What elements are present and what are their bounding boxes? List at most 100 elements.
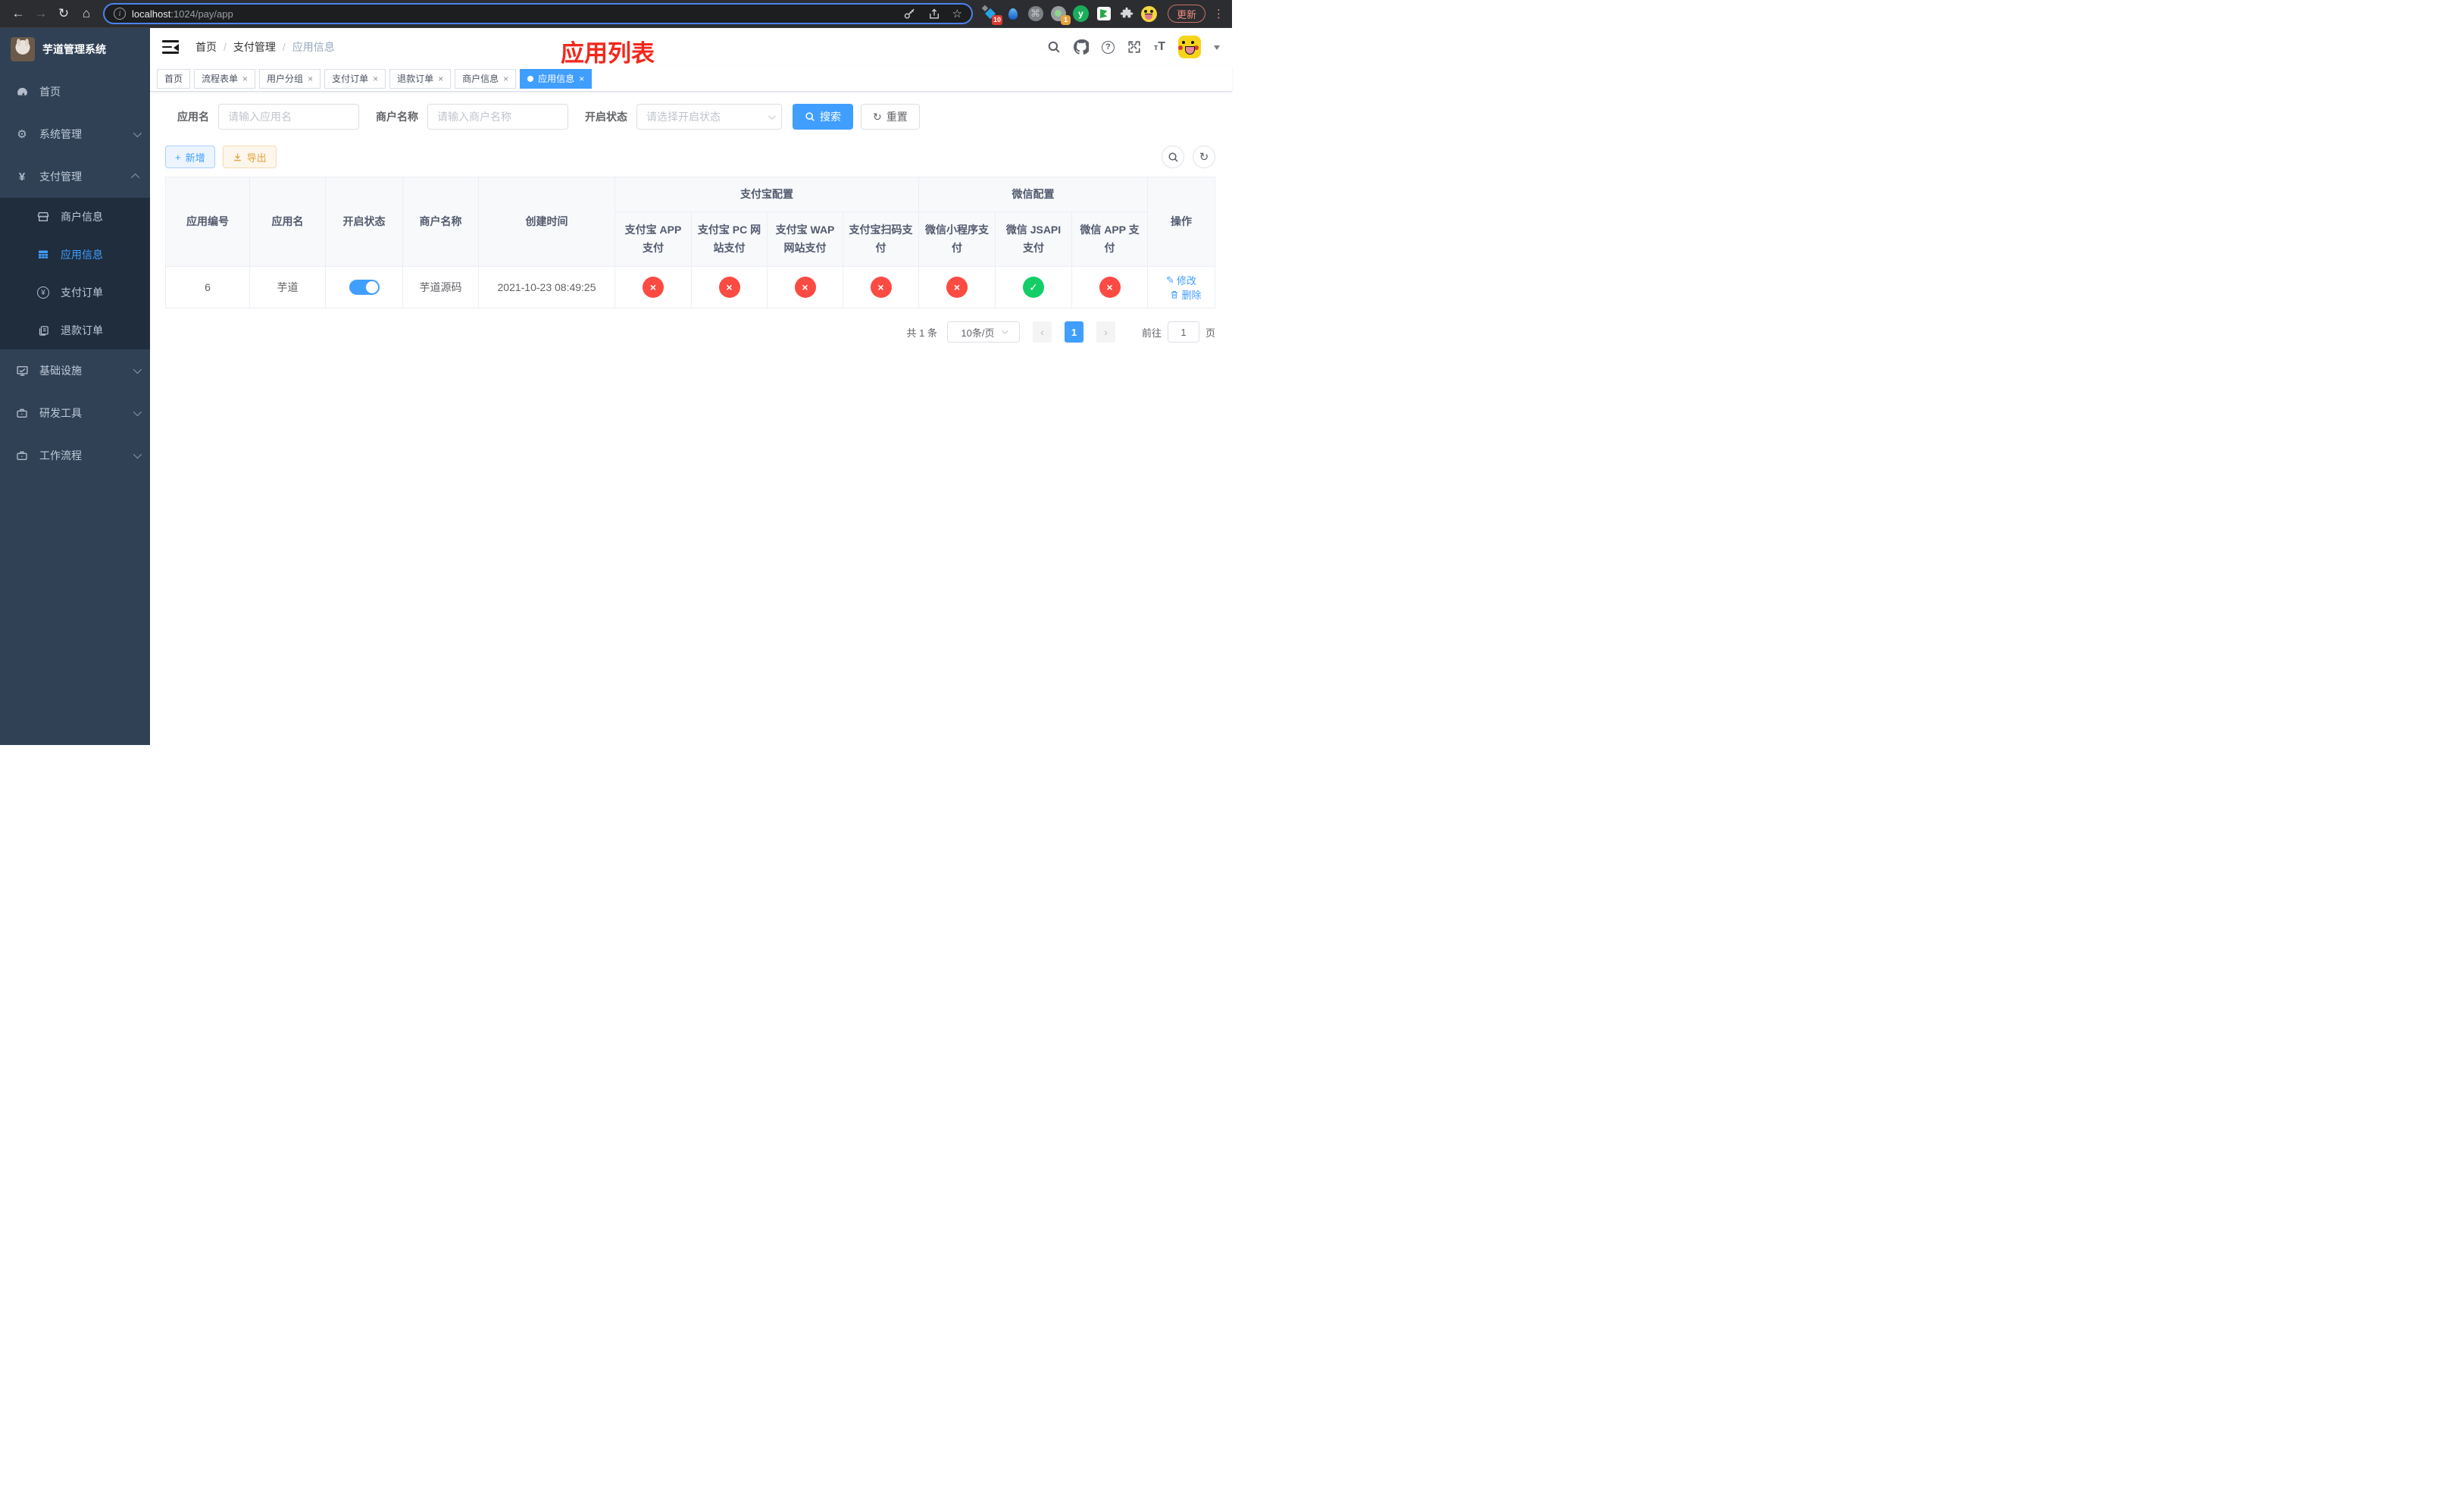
sidebar-item-system[interactable]: ⚙ 系统管理 — [0, 113, 150, 155]
sidebar-item-refund-order[interactable]: 退款订单 — [0, 311, 150, 349]
search-icon — [1168, 152, 1178, 162]
close-icon[interactable]: × — [438, 74, 443, 84]
sidebar-item-merchant-info[interactable]: 商户信息 — [0, 198, 150, 236]
document-icon — [36, 325, 50, 337]
col-header-alipay-app: 支付宝 APP 支付 — [614, 211, 692, 267]
status-toggle[interactable] — [349, 280, 380, 295]
close-icon[interactable]: × — [308, 74, 313, 84]
extension-flag-icon[interactable] — [1096, 6, 1112, 22]
reset-button[interactable]: ↻ 重置 — [861, 104, 920, 130]
sidebar-item-workflow[interactable]: 工作流程 — [0, 434, 150, 477]
col-header-alipay-qr: 支付宝扫码支付 — [843, 211, 919, 267]
site-info-icon[interactable]: i — [114, 8, 126, 20]
browser-menu-icon[interactable]: ⋮ — [1213, 7, 1224, 20]
close-icon[interactable]: × — [373, 74, 378, 84]
merchant-name-label: 商户名称 — [376, 111, 418, 123]
sidebar-item-app-info[interactable]: 应用信息 — [0, 236, 150, 274]
extension-smiley-icon[interactable] — [1141, 5, 1157, 22]
chevron-down-icon — [133, 407, 142, 417]
toggle-search-button[interactable] — [1162, 146, 1184, 168]
sidebar-item-pay-order[interactable]: ¥ 支付订单 — [0, 274, 150, 311]
fullscreen-icon[interactable] — [1127, 40, 1141, 54]
browser-toolbar: ← → ↻ ⌂ i localhost:1024/pay/app ☆ 10 ⌘ … — [0, 0, 1232, 28]
tab-user-group[interactable]: 用户分组 × — [259, 68, 321, 89]
extension-command-icon[interactable]: ⌘ — [1027, 6, 1043, 22]
goto-page-input[interactable] — [1167, 321, 1199, 343]
edit-icon: ✎ — [1166, 274, 1174, 286]
search-icon[interactable] — [1047, 40, 1061, 54]
tab-pay-order[interactable]: 支付订单 × — [324, 68, 386, 89]
monitor-icon — [15, 365, 29, 377]
page-annotation: 应用列表 — [561, 40, 655, 67]
sidebar-item-label: 工作流程 — [39, 449, 82, 462]
app-name-input[interactable] — [218, 104, 359, 130]
tab-refund-order[interactable]: 退款订单 × — [389, 68, 452, 89]
group-header-wechat: 微信配置 — [918, 177, 1148, 212]
font-size-icon[interactable]: тT — [1154, 40, 1165, 54]
yen-icon: ¥ — [18, 170, 26, 183]
cell-created: 2021-10-23 08:49:25 — [478, 266, 615, 308]
github-icon[interactable] — [1073, 39, 1089, 55]
browser-reload-icon[interactable]: ↻ — [53, 3, 74, 24]
sidebar-logo[interactable]: 芋道管理系统 — [0, 28, 150, 70]
tab-app-info[interactable]: 应用信息 × — [520, 68, 593, 89]
col-header-status: 开启状态 — [325, 177, 403, 267]
browser-back-icon[interactable]: ← — [8, 3, 29, 24]
edit-link[interactable]: ✎ 修改 — [1166, 273, 1196, 287]
tab-label: 用户分组 — [267, 74, 304, 84]
tab-label: 流程表单 — [202, 74, 239, 84]
table-row: 6 芋道 芋道源码 2021-10-23 08:49:25 × × × × × … — [165, 266, 1215, 308]
merchant-name-input[interactable] — [427, 104, 568, 130]
help-icon[interactable]: ? — [1101, 40, 1115, 54]
extension-badge: 10 — [991, 14, 1002, 25]
briefcase-icon — [15, 449, 29, 462]
tags-view: 首页 流程表单 × 用户分组 × 支付订单 × 退款订单 × 商户信息 × 应用信息 × — [150, 66, 1232, 92]
status-select[interactable]: 请选择开启状态 — [636, 104, 782, 130]
close-icon[interactable]: × — [579, 74, 584, 84]
caret-down-icon[interactable] — [1214, 45, 1220, 53]
extension-balloon-icon[interactable] — [1005, 6, 1021, 22]
tab-home[interactable]: 首页 — [157, 68, 191, 89]
sidebar-item-label: 退款订单 — [61, 324, 103, 337]
sidebar-item-infrastructure[interactable]: 基础设施 — [0, 349, 150, 392]
close-icon[interactable]: × — [503, 74, 508, 84]
col-header-app-name: 应用名 — [249, 177, 326, 267]
breadcrumb-payment[interactable]: 支付管理 — [233, 39, 276, 55]
refresh-table-button[interactable]: ↻ — [1193, 146, 1215, 168]
breadcrumb-home[interactable]: 首页 — [195, 39, 217, 55]
page-1-button[interactable]: 1 — [1064, 321, 1083, 343]
extensions-puzzle-icon[interactable] — [1118, 6, 1134, 22]
app-table: 应用编号 应用名 开启状态 商户名称 创建时间 支付宝配置 微信配置 操作 支付… — [165, 177, 1215, 308]
page-size-select[interactable]: 10条/页 — [946, 321, 1020, 343]
export-button[interactable]: 导出 — [222, 146, 277, 168]
prev-page-button[interactable]: ‹ — [1032, 321, 1052, 343]
address-bar[interactable]: i localhost:1024/pay/app ☆ — [103, 3, 973, 24]
sidebar-collapse-icon[interactable] — [162, 40, 179, 54]
chevron-down-icon — [133, 449, 142, 459]
sidebar-item-dev-tools[interactable]: 研发工具 — [0, 392, 150, 434]
tab-merchant-info[interactable]: 商户信息 × — [455, 68, 517, 89]
delete-link[interactable]: 删除 — [1170, 287, 1202, 302]
tab-process-form[interactable]: 流程表单 × — [194, 68, 256, 89]
search-button-label: 搜索 — [820, 111, 841, 123]
avatar[interactable] — [1178, 36, 1201, 58]
search-form: 应用名 商户名称 开启状态 请选择开启状态 搜索 ↻ 重置 — [177, 104, 1215, 130]
share-icon[interactable] — [928, 8, 940, 20]
close-icon[interactable]: × — [242, 74, 248, 84]
browser-forward-icon[interactable]: → — [30, 3, 52, 24]
bookmark-star-icon[interactable]: ☆ — [952, 7, 962, 20]
extension-camera-icon[interactable]: 1 — [1050, 6, 1071, 25]
goto-suffix: 页 — [1205, 327, 1215, 339]
password-key-icon[interactable] — [903, 8, 916, 20]
sidebar-item-payment[interactable]: ¥ 支付管理 — [0, 155, 150, 198]
extension-green-circle-icon[interactable]: y — [1073, 5, 1089, 22]
extension-diamond-icon[interactable]: 10 — [982, 6, 1002, 25]
next-page-button[interactable]: › — [1096, 321, 1115, 343]
coin-yen-icon: ¥ — [36, 286, 50, 299]
breadcrumb-separator: / — [224, 41, 227, 53]
search-button[interactable]: 搜索 — [793, 104, 853, 130]
browser-home-icon[interactable]: ⌂ — [76, 3, 97, 24]
browser-update-button[interactable]: 更新 — [1168, 5, 1206, 23]
sidebar-item-home[interactable]: 首页 — [0, 70, 150, 113]
add-button[interactable]: + 新增 — [165, 146, 215, 168]
